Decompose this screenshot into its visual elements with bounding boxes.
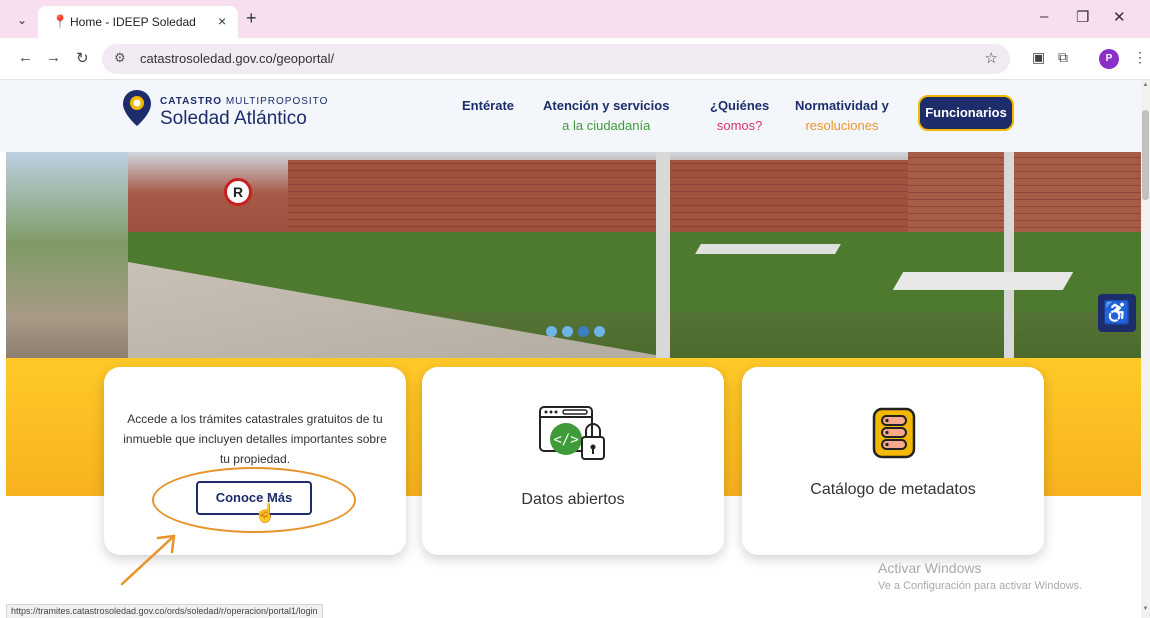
windows-activation-title: Activar Windows — [878, 560, 982, 576]
scroll-up-arrow-icon[interactable]: ▲ — [1141, 82, 1150, 88]
hero-pole-right — [1004, 152, 1014, 358]
browser-tab-bar: ⌄ 📍 Home - IDEEP Soledad × + – ❐ ✕ — [0, 0, 1150, 38]
forward-arrow-icon[interactable]: → — [46, 49, 61, 66]
menu-atencion-servicios[interactable]: Atención y servicios a la ciudadanía — [543, 96, 669, 136]
carousel-dot[interactable] — [594, 326, 605, 337]
cast-icon[interactable]: ▣ — [1032, 49, 1045, 66]
hero-carousel: R — [6, 152, 1141, 358]
site-info-icon[interactable]: ⚙ — [114, 50, 126, 66]
address-bar[interactable]: ⚙ catastrosoledad.gov.co/geoportal/ ☆ — [102, 44, 1010, 74]
browser-tab-active[interactable]: 📍 Home - IDEEP Soledad × — [38, 6, 238, 38]
favicon-location-pin-icon: 📍 — [52, 14, 69, 29]
reload-icon[interactable]: ↻ — [76, 49, 89, 67]
menu-normatividad[interactable]: Normatividad y resoluciones — [795, 96, 889, 136]
tab-title: Home - IDEEP Soledad — [70, 15, 196, 29]
status-bar-link-preview: https://tramites.catastrosoledad.gov.co/… — [6, 604, 323, 618]
hero-photo — [128, 152, 1141, 358]
annotation-arrow-icon — [120, 534, 176, 586]
logo-subtitle: CATASTRO MULTIPROPOSITO — [160, 96, 329, 107]
hero-brick-wall — [288, 160, 908, 240]
hero-bench-large — [892, 272, 1074, 290]
card-tramites: Accede a los trámites catastrales gratui… — [104, 367, 406, 555]
code-window-lock-icon: </> — [539, 406, 605, 460]
new-tab-plus-icon[interactable]: + — [246, 8, 257, 29]
carousel-dot[interactable] — [546, 326, 557, 337]
accessibility-icon[interactable]: ♿ — [1098, 294, 1136, 332]
scroll-down-arrow-icon[interactable]: ▼ — [1141, 606, 1150, 612]
back-arrow-icon[interactable]: ← — [18, 49, 33, 66]
restore-icon[interactable]: ❐ — [1076, 8, 1089, 26]
address-url: catastrosoledad.gov.co/geoportal/ — [140, 51, 335, 66]
hero-pole — [656, 152, 670, 358]
site-header: CATASTRO MULTIPROPOSITO Soledad Atlántic… — [0, 80, 1141, 152]
carousel-dots — [546, 324, 610, 342]
menu-quienes-somos[interactable]: ¿Quiénes somos? — [710, 96, 769, 136]
browser-toolbar: ← → ↻ ⚙ catastrosoledad.gov.co/geoportal… — [0, 38, 1150, 80]
catalogo-metadatos-label: Catálogo de metadatos — [810, 481, 976, 498]
tab-search-chevron-down-icon[interactable]: ⌄ — [12, 10, 32, 30]
minimize-icon[interactable]: – — [1040, 8, 1048, 25]
bookmark-star-icon[interactable]: ☆ — [985, 49, 998, 67]
card-catalogo-metadatos[interactable]: Catálogo de metadatos — [742, 367, 1044, 555]
window-close-icon[interactable]: ✕ — [1113, 8, 1126, 26]
carousel-dot-active[interactable] — [578, 326, 589, 337]
logo-title[interactable]: Soledad Atlántico — [160, 108, 307, 130]
scrollbar-thumb[interactable] — [1142, 110, 1149, 200]
svg-text:</>: </> — [553, 432, 578, 448]
tab-close-icon[interactable]: × — [218, 13, 226, 29]
card-datos-abiertos[interactable]: </> Datos abiertos — [422, 367, 724, 555]
browser-menu-kebab-icon[interactable]: ⋮ — [1133, 49, 1147, 66]
hand-pointer-cursor-icon: ☝ — [254, 503, 277, 523]
parking-sign: R — [224, 178, 252, 206]
funcionarios-button[interactable]: Funcionarios — [918, 95, 1014, 131]
extensions-puzzle-icon[interactable]: ⧉ — [1058, 49, 1068, 66]
catastro-logo-pin-icon[interactable] — [120, 88, 154, 128]
tramites-description: Accede a los trámites catastrales gratui… — [123, 412, 387, 466]
hero-side-image — [6, 152, 128, 358]
carousel-dot[interactable] — [562, 326, 573, 337]
metadata-catalog-icon — [872, 407, 916, 459]
menu-enterate[interactable]: Entérate — [462, 96, 514, 116]
profile-avatar[interactable]: P — [1099, 49, 1119, 69]
datos-abiertos-label: Datos abiertos — [521, 491, 625, 508]
windows-activation-subtitle: Ve a Configuración para activar Windows. — [878, 580, 1083, 592]
hero-bench — [695, 244, 841, 254]
